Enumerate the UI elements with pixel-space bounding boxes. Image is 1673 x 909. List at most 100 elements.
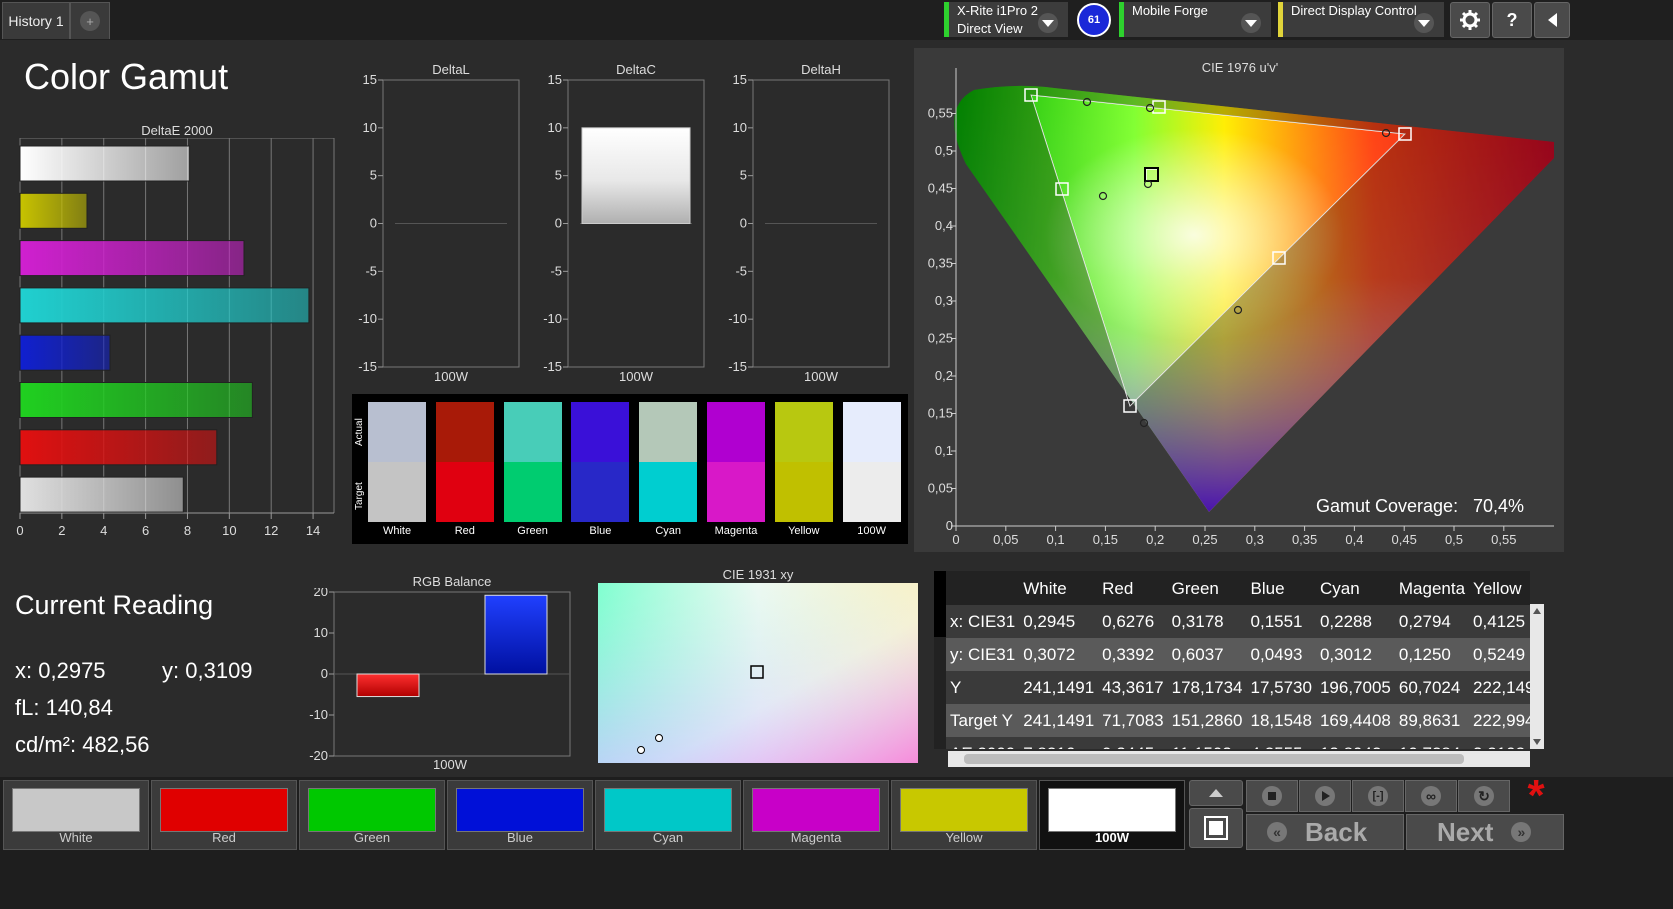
reading-fl: fL: 140,84 [15, 695, 113, 721]
cie1976-ytick: 0,4 [935, 218, 953, 233]
delta-chart-xlabel: 100W [619, 369, 654, 384]
swatch-red: Red [435, 402, 494, 542]
table-row[interactable]: Target Y 241,1491 71,7083 151,2860 18,1548 16… [946, 704, 1530, 737]
patch-label: Magenta [790, 830, 842, 845]
swatch-label: White [382, 525, 412, 537]
deltae-tick-label: 8 [184, 523, 191, 538]
loop-button[interactable]: ∞ [1405, 780, 1457, 812]
table-cell: 0,1250 [1398, 644, 1451, 664]
help-button[interactable]: ? [1492, 2, 1532, 38]
patch-button-red[interactable]: Red [151, 780, 297, 850]
meter-badge[interactable]: 61 [1077, 3, 1111, 37]
delta-tick-label: 10 [548, 120, 562, 135]
table-row[interactable]: ΔE 20007,82169,344511,15034,255513,80421… [946, 737, 1530, 749]
reading-marker [655, 734, 663, 742]
target-swatch [842, 462, 901, 522]
swatch-label: Red [454, 525, 475, 537]
swatch-label: Blue [589, 525, 612, 537]
table-cell: 11,1503 [1168, 737, 1247, 750]
cie1976-xtick: 0,3 [1246, 532, 1264, 547]
patch-button-green[interactable]: Green [299, 780, 445, 850]
deltae-bar-cyan [19, 287, 310, 324]
asterisk-icon[interactable]: * [1516, 774, 1556, 818]
refresh-button[interactable]: ↻ [1458, 780, 1510, 812]
patch-label: 100W [1095, 830, 1129, 845]
table-cell: 222,1493 [1473, 677, 1530, 697]
table-cell: 10,7284 [1395, 737, 1469, 750]
tab-history-1[interactable]: History 1 [2, 2, 70, 39]
red-balance-bar [356, 673, 420, 698]
display-select[interactable]: Direct Display Control [1278, 2, 1444, 37]
cie1976-chart: 0 0,05 0,1 0,15 0,2 0,25 0,3 0,35 0,4 0,45 0,5 0,55… [928, 68, 1554, 547]
meter-select[interactable]: X-Rite i1Pro 2 Direct View [944, 2, 1068, 37]
table-cell: 0,3178 [1171, 611, 1224, 631]
patch-button-cyan[interactable]: Cyan [595, 780, 741, 850]
table-cell: 0,2288 [1319, 611, 1372, 631]
cie1976-ytick: 0,15 [928, 406, 953, 421]
delta-tick-label: 15 [363, 72, 377, 87]
actual-swatch [639, 402, 698, 462]
data-table: WhiteRedGreenBlueCyanMagentaYellow10 x: … [946, 572, 1530, 749]
data-table-panel: WhiteRedGreenBlueCyanMagentaYellow10 x: … [934, 571, 1530, 749]
patch-button-magenta[interactable]: Magenta [743, 780, 889, 850]
table-cell: 7,8216 [1019, 737, 1098, 750]
deltae-tick-label: 4 [100, 523, 107, 538]
table-row[interactable]: x: CIE31 0,2945 0,6276 0,3178 0,1551 0,2288 0,… [946, 605, 1530, 638]
measure-range-button[interactable]: [-] [1352, 780, 1404, 812]
delta-tick-label: 15 [548, 72, 562, 87]
deltae-bar-blue [19, 334, 111, 371]
swatch-yellow: Yellow [774, 402, 833, 542]
table-row[interactable]: y: CIE31 0,3072 0,3392 0,6037 0,0493 0,3012 0,… [946, 638, 1530, 671]
table-cell: 17,5730 [1250, 677, 1312, 697]
patch-button-white[interactable]: White [3, 780, 149, 850]
cie1976-xtick: 0,45 [1392, 532, 1417, 547]
table-cell: 3,2102 [1469, 737, 1530, 750]
table-cell: 0,6037 [1171, 644, 1224, 664]
expand-button[interactable] [1189, 780, 1243, 806]
swatch-blue: Blue [571, 402, 630, 542]
deltae-bar-red [19, 429, 218, 466]
stop-button[interactable] [1246, 780, 1298, 812]
delta-tick-label: 5 [370, 168, 377, 183]
delta-tick-label: 5 [740, 168, 747, 183]
question-icon: ? [1506, 9, 1518, 30]
vertical-scrollbar[interactable] [1530, 604, 1544, 749]
table-cell: 13,8042 [1316, 737, 1395, 750]
actual-swatch [707, 402, 765, 462]
patch-button-yellow[interactable]: Yellow [891, 780, 1037, 850]
reading-fl-label: fL: [15, 695, 40, 720]
deltae-tick-label: 6 [142, 523, 149, 538]
horizontal-scrollbar[interactable] [948, 751, 1530, 767]
play-button[interactable] [1299, 780, 1351, 812]
delta-tick-label: -10 [358, 311, 377, 326]
cie1976-ytick: 0 [946, 518, 953, 533]
actual-swatch [368, 402, 426, 462]
swatch-100w: 100W [842, 402, 901, 542]
reading-y: y: 0,3109 [162, 658, 253, 684]
cie1976-xtick: 0,5 [1445, 532, 1463, 547]
patch-button-blue[interactable]: Blue [447, 780, 593, 850]
table-cell: 178,1734 [1171, 677, 1243, 697]
back-label: Back [1305, 816, 1368, 847]
stop-measure-button[interactable] [1189, 808, 1243, 848]
scroll-thumb[interactable] [964, 754, 1464, 764]
reading-x: x: 0,2975 [15, 658, 106, 684]
swatch-green: Green [503, 402, 562, 542]
table-cell: 43,3617 [1102, 677, 1164, 697]
row-header: x: CIE31 [950, 611, 1016, 631]
table-cell: 0,3012 [1319, 644, 1372, 664]
delta-bar [581, 127, 691, 224]
source-select[interactable]: Mobile Forge [1119, 2, 1271, 37]
next-button[interactable]: Next » [1406, 814, 1564, 850]
back-button[interactable]: « Back [1246, 814, 1404, 850]
delta-charts: DeltaL 15 10 5 0 -5 -10 -15 100W DeltaC 15 10 5 0 -5 -1… [358, 62, 890, 384]
delta-tick-label: -5 [365, 263, 377, 278]
add-tab-button[interactable]: + [70, 2, 110, 39]
settings-button[interactable] [1450, 2, 1490, 38]
table-cell: 169,4408 [1319, 710, 1391, 730]
collapse-button[interactable] [1534, 2, 1570, 38]
patch-button-100w[interactable]: 100W [1039, 780, 1185, 850]
rgb-tick-label: -10 [309, 707, 328, 722]
table-row[interactable]: Y 241,1491 43,3617 178,1734 17,5730 196,7005 6… [946, 671, 1530, 704]
reading-x-value: 0,2975 [38, 658, 106, 683]
